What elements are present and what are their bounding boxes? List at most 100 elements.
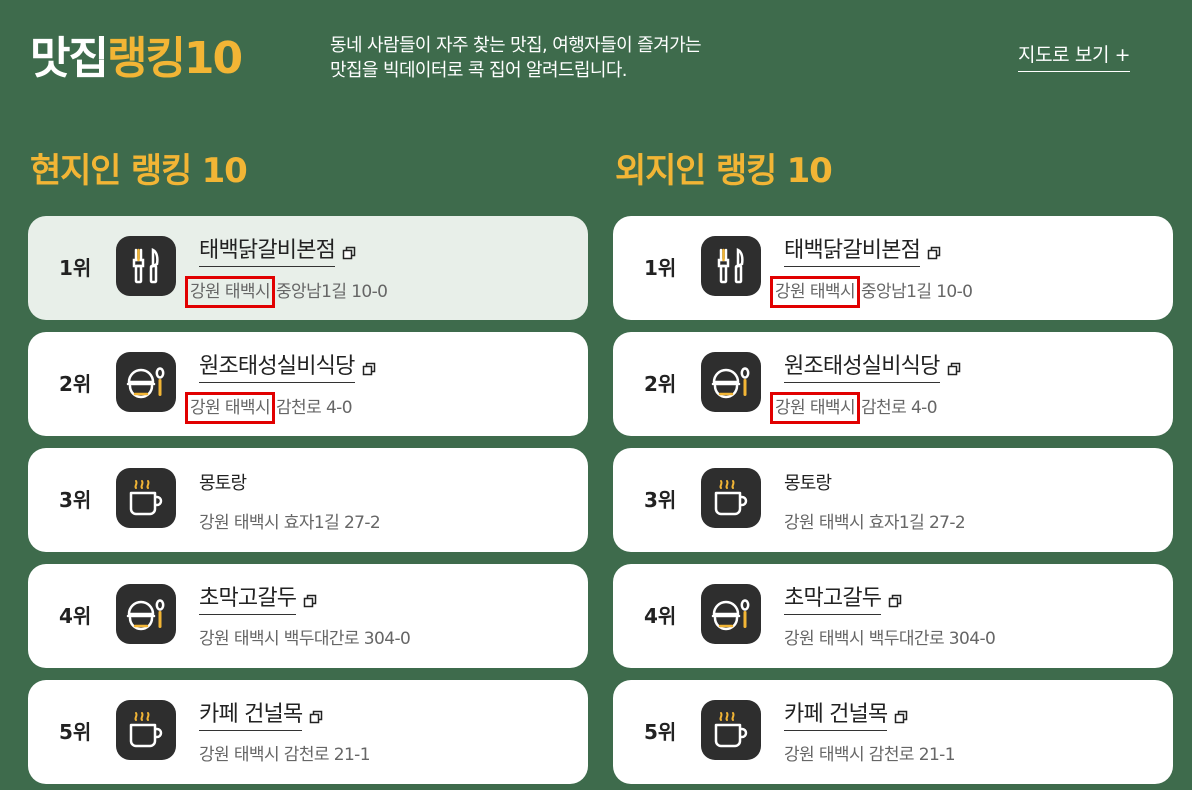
restaurant-name-row: 원조태성실비식당	[199, 350, 376, 386]
rank-label: 3위	[59, 488, 92, 512]
restaurant-info: 태백닭갈비본점 강원 태백시 중앙남1길 10-0	[770, 216, 973, 308]
rank-label: 2위	[59, 372, 92, 396]
copy-icon[interactable]	[362, 361, 376, 376]
restaurant-address: 강원 태백시 중앙남1길 10-0	[770, 276, 973, 308]
address-rest: 강원 태백시 감천로 21-1	[199, 745, 371, 765]
address-highlight: 강원 태백시	[770, 392, 861, 424]
restaurant-address: 강원 태백시 감천로 21-1	[784, 740, 956, 765]
restaurant-name-row: 몽토랑	[199, 466, 380, 502]
restaurant-name[interactable]: 카페 건널목	[784, 701, 888, 731]
restaurant-name-row: 카페 건널목	[784, 698, 955, 734]
restaurant-address: 강원 태백시 백두대간로 304-0	[784, 624, 996, 649]
restaurant-address: 강원 태백시 중앙남1길 10-0	[185, 276, 388, 308]
restaurant-info: 원조태성실비식당 강원 태백시 감천로 4-0	[185, 332, 376, 424]
bowl-spoon-icon	[116, 584, 176, 644]
restaurant-info: 원조태성실비식당 강원 태백시 감천로 4-0	[770, 332, 961, 424]
coffee-cup-icon	[116, 468, 176, 528]
address-highlight: 강원 태백시	[770, 276, 861, 308]
copy-icon[interactable]	[894, 709, 908, 724]
ranking-card-5[interactable]: 5위 카페 건널목 강원 태백시 감천로 21-1	[613, 680, 1173, 784]
local-ranking-title: 현지인 랭킹 10	[30, 151, 248, 191]
ranking-card-3[interactable]: 3위 몽토랑 강원 태백시 효자1길 27-2	[613, 448, 1173, 552]
rank-label: 4위	[59, 604, 92, 628]
rank-label: 5위	[59, 720, 92, 744]
coffee-cup-icon	[701, 700, 761, 760]
restaurant-name-row: 카페 건널목	[199, 698, 370, 734]
address-rest: 감천로 4-0	[861, 398, 937, 418]
restaurant-name-row: 초막고갈두	[784, 582, 995, 618]
restaurant-info: 몽토랑 강원 태백시 효자1길 27-2	[784, 448, 966, 534]
restaurant-info: 태백닭갈비본점 강원 태백시 중앙남1길 10-0	[185, 216, 388, 308]
restaurant-name[interactable]: 초막고갈두	[784, 585, 882, 615]
bowl-spoon-icon	[701, 352, 761, 412]
copy-icon[interactable]	[303, 593, 317, 608]
page-title-main: 맛집	[30, 33, 109, 84]
restaurant-name[interactable]: 태백닭갈비본점	[784, 237, 921, 267]
restaurant-info: 카페 건널목 강원 태백시 감천로 21-1	[199, 680, 371, 765]
ranking-card-3[interactable]: 3위 몽토랑 강원 태백시 효자1길 27-2	[28, 448, 588, 552]
restaurant-info: 카페 건널목 강원 태백시 감천로 21-1	[784, 680, 956, 765]
restaurant-info: 초막고갈두 강원 태백시 백두대간로 304-0	[199, 564, 411, 649]
restaurant-info: 초막고갈두 강원 태백시 백두대간로 304-0	[784, 564, 996, 649]
restaurant-info: 몽토랑 강원 태백시 효자1길 27-2	[199, 448, 381, 534]
address-rest: 감천로 4-0	[276, 398, 352, 418]
description-line-1: 동네 사람들이 자주 찾는 맛집, 여행자들이 즐겨가는	[330, 35, 702, 56]
address-rest: 강원 태백시 백두대간로 304-0	[199, 629, 411, 649]
restaurant-address: 강원 태백시 백두대간로 304-0	[199, 624, 411, 649]
restaurant-name[interactable]: 초막고갈두	[199, 585, 297, 615]
restaurant-name-row: 몽토랑	[784, 466, 965, 502]
restaurant-address: 강원 태백시 효자1길 27-2	[199, 508, 381, 533]
restaurant-name-row: 태백닭갈비본점	[784, 234, 972, 270]
restaurant-name[interactable]: 원조태성실비식당	[199, 353, 355, 383]
restaurant-name[interactable]: 카페 건널목	[199, 701, 303, 731]
restaurant-name: 몽토랑	[199, 472, 247, 494]
address-highlight: 강원 태백시	[185, 392, 276, 424]
bowl-spoon-icon	[116, 352, 176, 412]
rank-label: 1위	[59, 256, 92, 280]
visitor-ranking-title: 외지인 랭킹 10	[615, 151, 833, 191]
view-map-link[interactable]: 지도로 보기 +	[1018, 40, 1131, 72]
restaurant-name: 몽토랑	[784, 472, 832, 494]
copy-icon[interactable]	[947, 361, 961, 376]
address-rest: 중앙남1길 10-0	[276, 282, 388, 302]
visitor-ranking-column: 외지인 랭킹 10 1위 태백닭갈비본점 강원 태백시 중앙남1길 10-0 2위	[613, 150, 1174, 790]
address-highlight: 강원 태백시	[185, 276, 276, 308]
ranking-card-1[interactable]: 1위 태백닭갈비본점 강원 태백시 중앙남1길 10-0	[28, 216, 588, 320]
ranking-card-2[interactable]: 2위 원조태성실비식당 강원 태백시 감천로 4-0	[613, 332, 1173, 436]
copy-icon[interactable]	[342, 245, 356, 260]
ranking-card-4[interactable]: 4위 초막고갈두 강원 태백시 백두대간로 304-0	[28, 564, 588, 668]
restaurant-name-row: 원조태성실비식당	[784, 350, 961, 386]
copy-icon[interactable]	[927, 245, 941, 260]
rank-label: 5위	[644, 720, 677, 744]
rank-label: 3위	[644, 488, 677, 512]
ranking-page: 맛집 랭킹10 동네 사람들이 자주 찾는 맛집, 여행자들이 즐겨가는 맛집을…	[0, 0, 1192, 790]
coffee-cup-icon	[701, 468, 761, 528]
restaurant-name[interactable]: 태백닭갈비본점	[199, 237, 336, 267]
page-title-accent: 랭킹10	[106, 33, 243, 84]
coffee-cup-icon	[116, 700, 176, 760]
description-line-2: 맛집을 빅데이터로 콕 집어 알려드립니다.	[330, 60, 628, 81]
copy-icon[interactable]	[309, 709, 323, 724]
ranking-card-2[interactable]: 2위 원조태성실비식당 강원 태백시 감천로 4-0	[28, 332, 588, 436]
local-ranking-column: 현지인 랭킹 10 1위 태백닭갈비본점 강원 태백시 중앙남1길 10-0 2위	[28, 150, 589, 790]
restaurant-address: 강원 태백시 감천로 4-0	[770, 392, 961, 424]
restaurant-name[interactable]: 원조태성실비식당	[784, 353, 940, 383]
restaurant-address: 강원 태백시 감천로 4-0	[185, 392, 376, 424]
rank-label: 4위	[644, 604, 677, 628]
ranking-card-4[interactable]: 4위 초막고갈두 강원 태백시 백두대간로 304-0	[613, 564, 1173, 668]
ranking-card-5[interactable]: 5위 카페 건널목 강원 태백시 감천로 21-1	[28, 680, 588, 784]
rank-label: 2위	[644, 372, 677, 396]
address-rest: 강원 태백시 백두대간로 304-0	[784, 629, 996, 649]
restaurant-address: 강원 태백시 효자1길 27-2	[784, 508, 966, 533]
ranking-card-1[interactable]: 1위 태백닭갈비본점 강원 태백시 중앙남1길 10-0	[613, 216, 1173, 320]
restaurant-name-row: 초막고갈두	[199, 582, 410, 618]
local-ranking-list: 1위 태백닭갈비본점 강원 태백시중앙남1길 10-0 2위 원조태성실비식당	[28, 216, 589, 784]
restaurant-address: 강원 태백시 감천로 21-1	[199, 740, 371, 765]
copy-icon[interactable]	[888, 593, 902, 608]
address-rest: 강원 태백시 효자1길 27-2	[784, 513, 966, 533]
address-rest: 강원 태백시 감천로 21-1	[784, 745, 956, 765]
address-rest: 중앙남1길 10-0	[861, 282, 973, 302]
fork-knife-icon	[116, 236, 176, 296]
page-title: 맛집 랭킹10	[30, 22, 243, 86]
rank-label: 1위	[644, 256, 677, 280]
